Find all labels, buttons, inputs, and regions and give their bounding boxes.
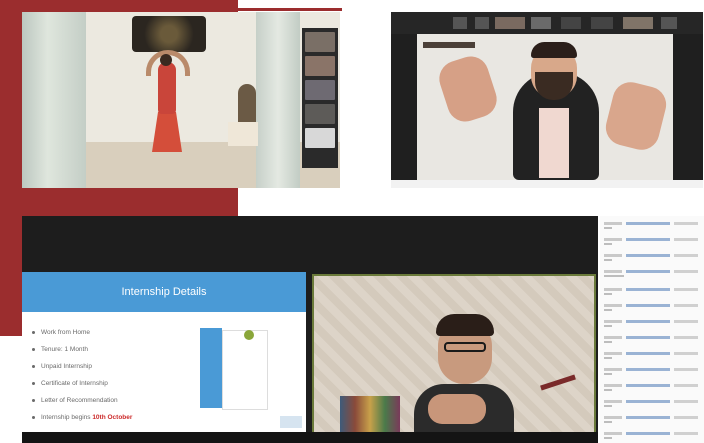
mentor-shirt bbox=[539, 108, 569, 178]
bullet-icon bbox=[32, 381, 35, 385]
chat-message bbox=[604, 368, 700, 375]
chat-message bbox=[604, 288, 700, 295]
bullet-icon bbox=[32, 347, 35, 351]
participant-thumbnail[interactable] bbox=[305, 80, 335, 100]
bookshelf-icon bbox=[340, 396, 400, 432]
brass-lamp-icon bbox=[238, 84, 256, 126]
student-video-tile[interactable] bbox=[312, 274, 596, 434]
lamp-stand bbox=[228, 122, 258, 146]
chat-message bbox=[604, 384, 700, 391]
chat-message bbox=[604, 320, 700, 327]
toolbar-item[interactable] bbox=[661, 17, 677, 29]
presentation-slide: Internship Details Work from Home Tenure… bbox=[22, 272, 306, 432]
participant-thumbnail[interactable] bbox=[531, 17, 551, 29]
participant-thumbnail[interactable] bbox=[305, 56, 335, 76]
chat-message bbox=[604, 416, 700, 423]
student-hair bbox=[436, 314, 494, 336]
slide-bullet: Internship begins 10th October bbox=[32, 409, 132, 426]
red-accent-strip bbox=[238, 8, 342, 11]
bullet-icon bbox=[32, 330, 35, 334]
chat-message bbox=[604, 432, 700, 439]
slide-bullet: Certificate of Internship bbox=[32, 375, 132, 392]
participant-thumbnail[interactable] bbox=[305, 104, 335, 124]
slide-bullet: Work from Home bbox=[32, 324, 132, 341]
chat-message bbox=[604, 270, 700, 277]
meeting-screenshot: Internship Details Work from Home Tenure… bbox=[22, 216, 598, 443]
participant-thumbnail[interactable] bbox=[305, 32, 335, 52]
bullet-icon bbox=[32, 415, 35, 419]
participant-thumbnail[interactable] bbox=[623, 17, 653, 29]
start-date: 10th October bbox=[92, 414, 133, 421]
toolbar-item[interactable] bbox=[453, 17, 467, 29]
slide-bullet: Letter of Recommendation bbox=[32, 392, 132, 409]
participant-thumbnail-strip[interactable] bbox=[302, 28, 338, 168]
chat-message bbox=[604, 336, 700, 343]
toolbar-item[interactable] bbox=[591, 17, 613, 29]
meeting-control-bar[interactable] bbox=[22, 432, 598, 443]
student-hands bbox=[428, 394, 486, 424]
right-curtain bbox=[256, 12, 300, 188]
os-taskbar[interactable] bbox=[391, 180, 703, 188]
mentor-hair bbox=[531, 42, 577, 58]
participant-thumbnail[interactable] bbox=[305, 128, 335, 148]
badge-icon bbox=[244, 330, 254, 340]
video-top-bar bbox=[391, 12, 703, 34]
certificate-preview bbox=[222, 330, 268, 410]
certificate-preview-strip bbox=[200, 328, 222, 408]
slide-bullet-list: Work from Home Tenure: 1 Month Unpaid In… bbox=[32, 324, 132, 426]
mandala-art-icon bbox=[132, 16, 206, 52]
wall-shelf bbox=[423, 42, 475, 48]
slide-title: Internship Details bbox=[22, 272, 306, 312]
left-curtain bbox=[22, 12, 86, 188]
dancer-head bbox=[160, 54, 172, 66]
glasses-icon bbox=[444, 342, 486, 352]
mentor-video-screenshot bbox=[391, 12, 703, 188]
chat-message bbox=[604, 254, 700, 261]
chat-message bbox=[604, 222, 700, 229]
company-logo bbox=[280, 416, 302, 428]
slide-bullet: Tenure: 1 Month bbox=[32, 341, 132, 358]
toolbar-item[interactable] bbox=[561, 17, 581, 29]
chat-message bbox=[604, 304, 700, 311]
participant-thumbnail[interactable] bbox=[495, 17, 525, 29]
chat-message bbox=[604, 352, 700, 359]
chat-message bbox=[604, 238, 700, 245]
bullet-icon bbox=[32, 398, 35, 402]
slide-bullet: Unpaid Internship bbox=[32, 358, 132, 375]
bullet-icon bbox=[32, 364, 35, 368]
dance-video-screenshot bbox=[22, 12, 340, 188]
chat-message bbox=[604, 400, 700, 407]
chat-panel[interactable] bbox=[600, 216, 704, 443]
toolbar-item[interactable] bbox=[475, 17, 489, 29]
